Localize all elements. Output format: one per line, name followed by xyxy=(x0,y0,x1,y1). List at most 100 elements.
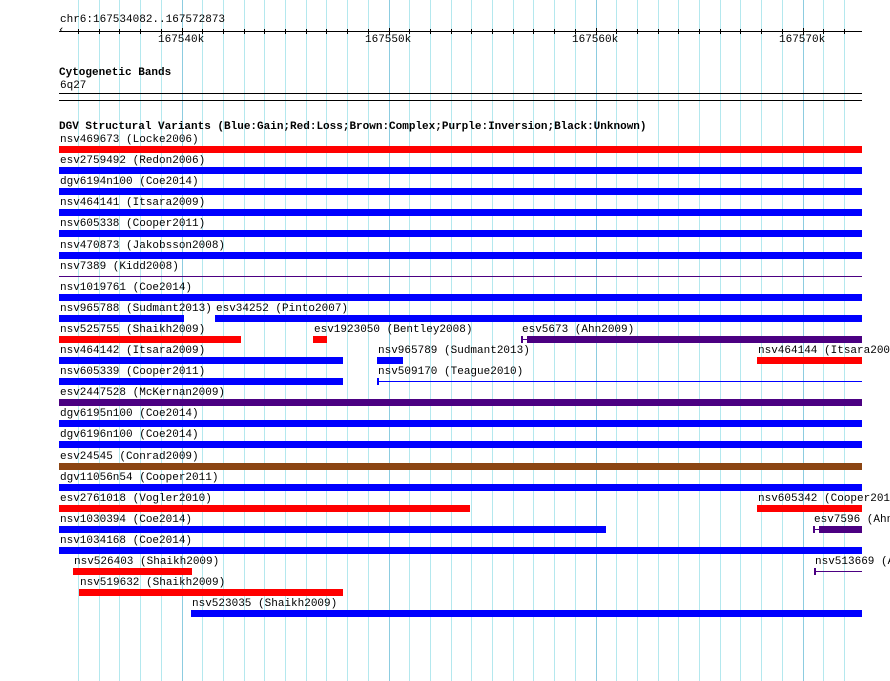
sv-feature-bar[interactable] xyxy=(59,441,862,449)
sv-feature-bar[interactable] xyxy=(59,357,343,364)
left-arrow-icon[interactable]: ‹ xyxy=(58,25,65,37)
ruler-tick-label: 167540k xyxy=(158,34,205,46)
ruler-tick xyxy=(720,29,721,34)
grid-line xyxy=(264,0,265,681)
sv-feature-line[interactable] xyxy=(814,571,862,572)
ruler-tick xyxy=(119,29,120,34)
sv-feature-bar[interactable] xyxy=(79,589,343,597)
sv-feature-bar[interactable] xyxy=(215,314,862,322)
sv-feature-bar[interactable] xyxy=(59,146,862,153)
sv-feature-label: dgv11056n54 (Cooper2011) xyxy=(60,471,219,484)
ruler-tick-label: 167560k xyxy=(572,34,619,46)
ruler-tick xyxy=(306,29,307,34)
grid-line xyxy=(451,0,452,681)
grid-line xyxy=(244,0,245,681)
ruler-tick xyxy=(637,29,638,34)
sv-feature-bar[interactable] xyxy=(59,167,862,175)
sv-feature-bar[interactable] xyxy=(59,188,862,196)
sv-feature-label: nsv523035 (Shaikh2009) xyxy=(192,598,338,611)
ruler-tick xyxy=(202,29,203,34)
sv-feature-line[interactable] xyxy=(377,381,862,383)
sv-feature-bar[interactable] xyxy=(313,335,327,343)
sv-feature-bar[interactable] xyxy=(59,251,862,259)
sv-feature-label: nsv605338 (Cooper2011) xyxy=(60,218,206,231)
sv-feature-label: nsv526403 (Shaikh2009) xyxy=(74,556,220,568)
ruler-tick xyxy=(699,29,700,34)
sv-feature-bar[interactable] xyxy=(59,230,862,238)
ruler-tick xyxy=(264,29,265,34)
grid-line xyxy=(306,0,307,681)
sv-feature-label: nsv469673 (Locke2006) xyxy=(60,134,199,146)
sv-feature-label: nsv1034168 (Coe2014) xyxy=(60,534,193,547)
sv-feature-label: nsv464141 (Itsara2009) xyxy=(60,197,206,210)
sv-feature-bar[interactable] xyxy=(59,504,470,512)
sv-feature-bar[interactable] xyxy=(377,357,403,364)
grid-line xyxy=(492,0,493,681)
sv-feature-bar[interactable] xyxy=(757,357,862,364)
sv-feature-bar[interactable] xyxy=(59,483,862,491)
sv-feature-bar[interactable] xyxy=(59,525,606,533)
ruler-tick xyxy=(616,29,617,34)
sv-feature-label: dgv6196n100 (Coe2014) xyxy=(60,429,199,442)
sv-feature-bar[interactable] xyxy=(59,420,862,428)
grid-line xyxy=(430,0,431,681)
sv-feature-label: esv2447528 (McKernan2009) xyxy=(60,387,226,400)
sv-feature-label: nsv1030394 (Coe2014) xyxy=(60,513,193,526)
cytoband-ideogram[interactable] xyxy=(59,93,862,94)
ruler-tick xyxy=(823,29,824,34)
sv-feature-label: esv1923050 (Bentley2008) xyxy=(314,323,473,336)
ruler-axis xyxy=(59,31,862,32)
sv-feature-bar[interactable] xyxy=(59,314,184,322)
cytoband-track-title: Cytogenetic Bands xyxy=(59,67,172,79)
ruler-tick xyxy=(223,29,224,34)
ruler-tick xyxy=(678,29,679,34)
sv-feature-label: nsv470873 (Jakobsson2008) xyxy=(60,239,226,252)
sv-feature-bar[interactable] xyxy=(59,399,862,407)
sv-feature-label: nsv1019761 (Coe2014) xyxy=(60,281,193,294)
region-label: chr6:167534082..167572873 xyxy=(60,14,226,26)
ruler-tick xyxy=(347,29,348,34)
ruler-tick xyxy=(658,29,659,34)
ruler-tick xyxy=(554,29,555,34)
sv-feature-bar[interactable] xyxy=(73,568,192,575)
ruler-tick xyxy=(285,29,286,34)
sv-feature-bar[interactable] xyxy=(819,525,862,533)
sv-feature-bar[interactable] xyxy=(191,610,862,618)
sv-feature-label: nsv509170 (Teague2010) xyxy=(378,366,524,379)
sv-feature-label: dgv6194n100 (Coe2014) xyxy=(60,176,199,189)
sv-feature-label: nsv464142 (Itsara2009) xyxy=(60,345,206,357)
cytoband-label: 6q27 xyxy=(60,80,87,92)
ruler-tick xyxy=(78,29,79,34)
sv-feature-line[interactable] xyxy=(59,275,862,277)
sv-feature-label: nsv965788 (Sudmant2013) xyxy=(60,302,212,315)
sv-feature-label: nsv605342 (Cooper2011) xyxy=(758,492,890,505)
ruler-tick xyxy=(761,29,762,34)
sv-feature-label: nsv965789 (Sudmant2013) xyxy=(378,345,530,357)
sv-feature-label: esv2761018 (Vogler2010) xyxy=(60,492,212,505)
sv-feature-bar[interactable] xyxy=(527,335,862,343)
grid-line xyxy=(368,0,369,681)
ruler-tick-label: 167570k xyxy=(779,34,826,46)
sv-feature-label: nsv519632 (Shaikh2009) xyxy=(80,577,226,590)
ruler-tick xyxy=(451,29,452,34)
sv-feature-bar[interactable] xyxy=(59,462,862,470)
sv-feature-bar[interactable] xyxy=(59,378,343,386)
sv-feature-label: esv7596 (Ahn2 xyxy=(814,513,890,526)
ruler-tick xyxy=(326,29,327,34)
grid-line xyxy=(513,0,514,681)
sv-feature-bar[interactable] xyxy=(59,546,862,554)
sv-feature-label: esv24545 (Conrad2009) xyxy=(60,450,199,463)
sv-feature-bar[interactable] xyxy=(59,335,241,343)
sv-feature-bar[interactable] xyxy=(59,293,862,301)
ruler-tick xyxy=(140,29,141,34)
sv-feature-label: nsv525755 (Shaikh2009) xyxy=(60,323,206,336)
grid-line xyxy=(389,0,390,681)
grid-line xyxy=(471,0,472,681)
grid-line xyxy=(285,0,286,681)
sv-feature-bar[interactable] xyxy=(59,209,862,217)
sv-feature-bar[interactable] xyxy=(757,504,862,512)
ruler-tick xyxy=(99,29,100,34)
sv-feature-label: dgv6195n100 (Coe2014) xyxy=(60,408,199,421)
sv-feature-label: esv2759492 (Redon2006) xyxy=(60,155,206,168)
sv-feature-label: nsv605339 (Cooper2011) xyxy=(60,366,206,379)
